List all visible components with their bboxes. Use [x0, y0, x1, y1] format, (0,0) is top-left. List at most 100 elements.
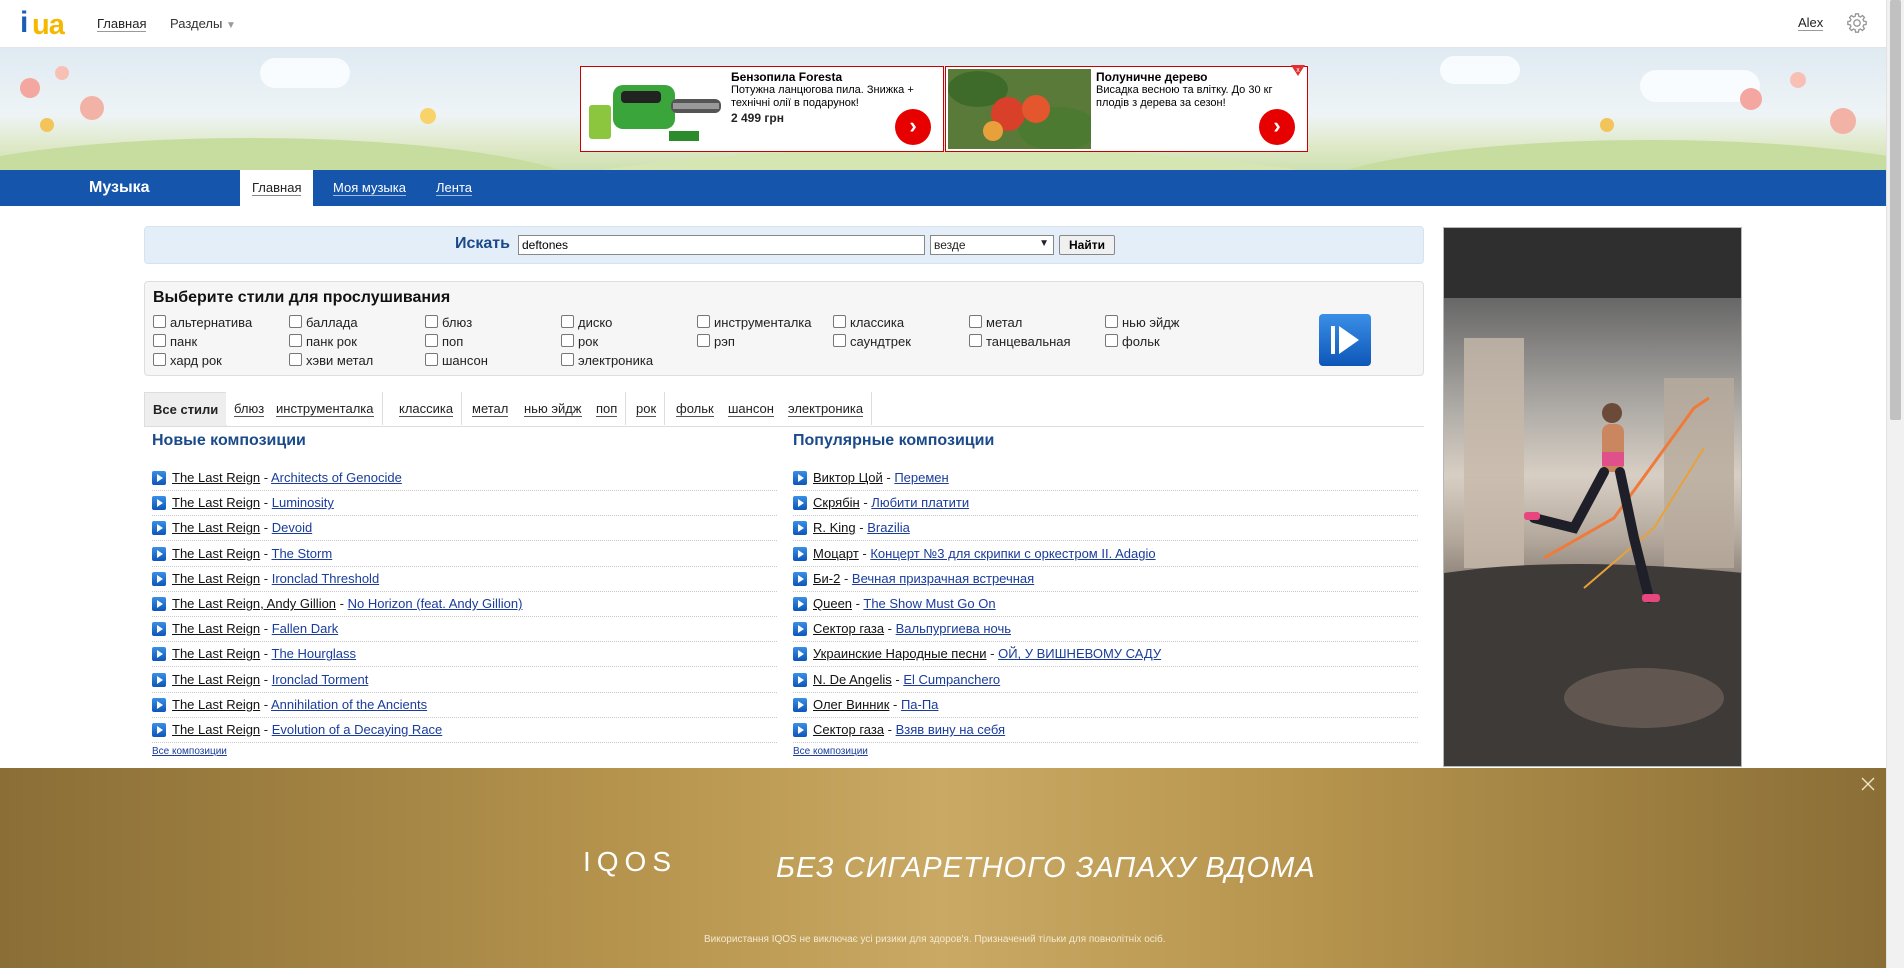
artist-link[interactable]: Украинские Народные песни: [813, 646, 987, 661]
side-ad-runner[interactable]: [1443, 227, 1742, 767]
checkbox[interactable]: [1105, 315, 1118, 328]
artist-link[interactable]: The Last Reign: [172, 470, 260, 485]
artist-link[interactable]: Сектор газа: [813, 722, 884, 737]
song-link[interactable]: Architects of Genocide: [271, 470, 402, 485]
bottom-ad-iqos[interactable]: IQOS БЕЗ СИГАРЕТНОГО ЗАПАХУ ВДОМА Викори…: [0, 768, 1886, 968]
song-link[interactable]: Концерт №3 для скрипки с оркестром II. A…: [870, 546, 1155, 561]
play-icon[interactable]: [152, 571, 166, 586]
tab-my-music[interactable]: Моя музыка: [321, 170, 418, 206]
song-link[interactable]: Взяв вину на себя: [896, 722, 1005, 737]
close-icon[interactable]: [1860, 776, 1876, 792]
song-link[interactable]: Fallen Dark: [272, 621, 338, 636]
all-popular-compositions-link[interactable]: Все композиции: [793, 746, 868, 757]
song-link[interactable]: Любити платити: [871, 495, 969, 510]
style-checkbox[interactable]: диско: [561, 315, 612, 330]
song-link[interactable]: Ironclad Torment: [272, 672, 369, 687]
adchoices-icon[interactable]: x: [1291, 65, 1305, 77]
song-link[interactable]: Ironclad Threshold: [272, 571, 379, 586]
style-checkbox[interactable]: рок: [561, 334, 598, 349]
artist-link[interactable]: The Last Reign, Andy Gillion: [172, 596, 336, 611]
artist-link[interactable]: The Last Reign: [172, 722, 260, 737]
top-nav-home[interactable]: Главная: [97, 16, 147, 32]
style-checkbox[interactable]: фольк: [1105, 334, 1160, 349]
artist-link[interactable]: The Last Reign: [172, 646, 260, 661]
checkbox[interactable]: [425, 353, 438, 366]
genre-tab[interactable]: классика: [391, 392, 463, 425]
play-icon[interactable]: [793, 697, 807, 712]
checkbox[interactable]: [153, 315, 166, 328]
song-link[interactable]: No Horizon (feat. Andy Gillion): [348, 596, 523, 611]
play-icon[interactable]: [152, 496, 166, 511]
genre-tab[interactable]: рок: [628, 392, 666, 425]
play-icon[interactable]: [152, 622, 166, 637]
style-checkbox[interactable]: классика: [833, 315, 904, 330]
artist-link[interactable]: The Last Reign: [172, 546, 260, 561]
play-icon[interactable]: [793, 622, 807, 637]
checkbox[interactable]: [289, 315, 302, 328]
genre-tab[interactable]: метал: [464, 392, 518, 425]
genre-tab[interactable]: инструменталка: [268, 392, 383, 425]
tab-main[interactable]: Главная: [240, 170, 314, 206]
song-link[interactable]: ОЙ, У ВИШНЕВОМУ САДУ: [998, 646, 1161, 661]
style-checkbox[interactable]: электроника: [561, 353, 653, 368]
artist-link[interactable]: Моцарт: [813, 546, 859, 561]
genre-tab[interactable]: поп: [588, 392, 627, 425]
style-checkbox[interactable]: рэп: [697, 334, 735, 349]
checkbox[interactable]: [697, 315, 710, 328]
style-checkbox[interactable]: поп: [425, 334, 463, 349]
checkbox[interactable]: [289, 334, 302, 347]
ad-chainsaw[interactable]: Бензопила Foresta Потужна ланцюгова пила…: [580, 66, 944, 152]
play-icon[interactable]: [152, 471, 166, 485]
style-checkbox[interactable]: танцевальная: [969, 334, 1071, 349]
play-icon[interactable]: [152, 597, 166, 611]
top-nav-sections[interactable]: Разделы ▼: [170, 16, 236, 31]
style-checkbox[interactable]: блюз: [425, 315, 472, 330]
checkbox[interactable]: [833, 315, 846, 328]
artist-link[interactable]: The Last Reign: [172, 520, 260, 535]
artist-link[interactable]: The Last Reign: [172, 672, 260, 687]
artist-link[interactable]: The Last Reign: [172, 495, 260, 510]
genre-tab[interactable]: нью эйдж: [516, 392, 591, 425]
play-styles-button[interactable]: [1319, 314, 1371, 366]
play-icon[interactable]: [793, 471, 807, 485]
play-icon[interactable]: [152, 521, 166, 536]
song-link[interactable]: Luminosity: [272, 495, 334, 510]
style-checkbox[interactable]: шансон: [425, 353, 488, 368]
style-checkbox[interactable]: хэви метал: [289, 353, 373, 368]
song-link[interactable]: El Cumpanchero: [903, 672, 1000, 687]
page-scrollbar[interactable]: [1886, 0, 1904, 968]
song-link[interactable]: The Hourglass: [272, 646, 357, 661]
play-icon[interactable]: [793, 521, 807, 536]
style-checkbox[interactable]: панк рок: [289, 334, 357, 349]
play-icon[interactable]: [793, 571, 807, 586]
style-checkbox[interactable]: саундтрек: [833, 334, 911, 349]
checkbox[interactable]: [969, 334, 982, 347]
play-icon[interactable]: [152, 546, 166, 561]
play-icon[interactable]: [793, 647, 807, 662]
style-checkbox[interactable]: хард рок: [153, 353, 222, 368]
artist-link[interactable]: R. King: [813, 520, 856, 535]
checkbox[interactable]: [1105, 334, 1118, 347]
artist-link[interactable]: Queen: [813, 596, 852, 611]
artist-link[interactable]: N. De Angelis: [813, 672, 892, 687]
artist-link[interactable]: Сектор газа: [813, 621, 884, 636]
play-icon[interactable]: [793, 723, 807, 737]
song-link[interactable]: The Storm: [272, 546, 333, 561]
song-link[interactable]: Brazilia: [867, 520, 910, 535]
style-checkbox[interactable]: нью эйдж: [1105, 315, 1180, 330]
artist-link[interactable]: Скрябін: [813, 495, 860, 510]
play-icon[interactable]: [152, 647, 166, 662]
iua-logo[interactable]: i ua: [18, 6, 76, 42]
checkbox[interactable]: [561, 353, 574, 366]
search-scope-select[interactable]: везде ▼: [930, 235, 1054, 255]
song-link[interactable]: Annihilation of the Ancients: [271, 697, 427, 712]
artist-link[interactable]: The Last Reign: [172, 621, 260, 636]
play-icon[interactable]: [152, 697, 166, 712]
checkbox[interactable]: [561, 334, 574, 347]
play-icon[interactable]: [793, 546, 807, 561]
genre-tab[interactable]: блюз: [226, 392, 274, 425]
style-checkbox[interactable]: баллада: [289, 315, 358, 330]
search-button[interactable]: Найти: [1059, 235, 1115, 255]
genre-tab[interactable]: электроника: [780, 392, 873, 425]
song-link[interactable]: Вальпургиева ночь: [896, 621, 1011, 636]
